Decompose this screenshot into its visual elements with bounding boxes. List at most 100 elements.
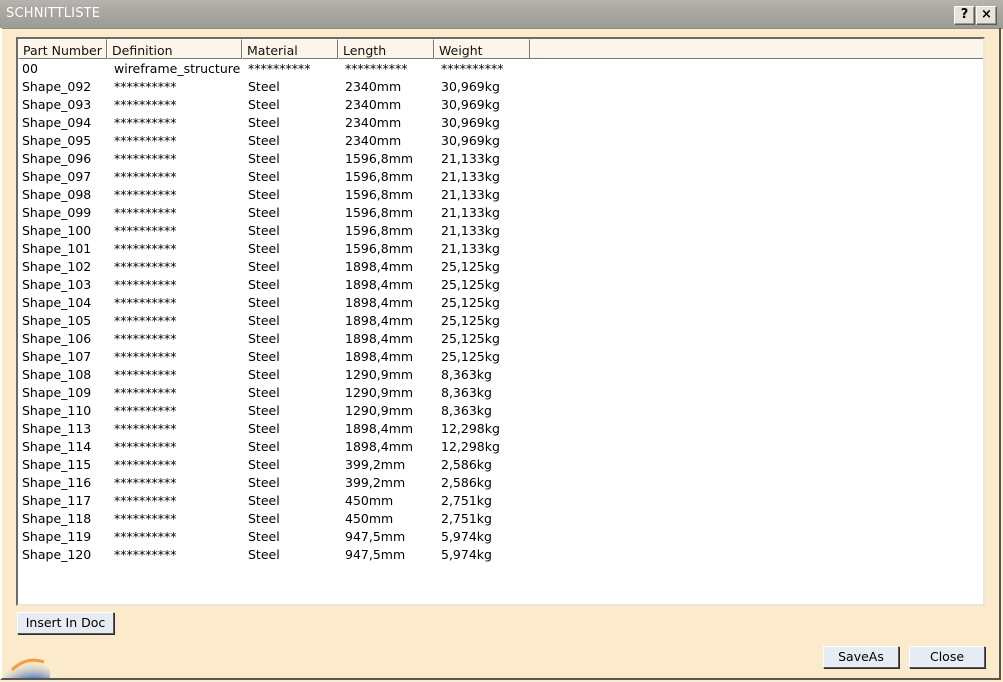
definition-cell: ********** — [114, 313, 177, 328]
weight-cell: 5,974kg — [441, 547, 492, 562]
material-cell: Steel — [248, 259, 280, 274]
column-header-definition[interactable]: Definition — [107, 39, 242, 59]
close-button[interactable]: Close — [909, 646, 985, 668]
part-number-cell: Shape_118 — [22, 511, 92, 526]
table-row[interactable]: Shape_120 ********** Steel 947,5mm 5,974kg — [18, 546, 983, 564]
column-header-part-number[interactable]: Part Number — [18, 39, 107, 59]
table-row[interactable]: Shape_099 ********** Steel 1596,8mm 21,133kg — [18, 204, 983, 222]
definition-cell: ********** — [114, 385, 177, 400]
length-cell: 1898,4mm — [345, 277, 414, 292]
table-row[interactable]: Shape_096 ********** Steel 1596,8mm 21,133kg — [18, 150, 983, 168]
table-row[interactable]: Shape_117 ********** Steel 450mm 2,751kg — [18, 492, 983, 510]
part-number-cell: Shape_105 — [22, 313, 92, 328]
definition-cell: ********** — [114, 403, 177, 418]
part-number-cell: Shape_110 — [22, 403, 92, 418]
definition-cell: wireframe_structure — [114, 61, 241, 76]
length-cell: 1290,9mm — [345, 385, 414, 400]
table-row[interactable]: Shape_115 ********** Steel 399,2mm 2,586kg — [18, 456, 983, 474]
save-as-button[interactable]: SaveAs — [823, 646, 899, 668]
definition-cell: ********** — [114, 349, 177, 364]
length-cell: 1290,9mm — [345, 403, 414, 418]
table-row[interactable]: Shape_097 ********** Steel 1596,8mm 21,133kg — [18, 168, 983, 186]
help-button[interactable]: ? — [954, 6, 975, 25]
length-cell: 1898,4mm — [345, 295, 414, 310]
weight-cell: 21,133kg — [441, 241, 500, 256]
table-row[interactable]: Shape_108 ********** Steel 1290,9mm 8,363kg — [18, 366, 983, 384]
material-cell: Steel — [248, 511, 280, 526]
material-cell: Steel — [248, 457, 280, 472]
table-row[interactable]: Shape_105 ********** Steel 1898,4mm 25,125kg — [18, 312, 983, 330]
length-cell: 399,2mm — [345, 475, 406, 490]
table-row[interactable]: Shape_109 ********** Steel 1290,9mm 8,363kg — [18, 384, 983, 402]
part-number-cell: Shape_109 — [22, 385, 92, 400]
definition-cell: ********** — [114, 205, 177, 220]
table-row[interactable]: Shape_095 ********** Steel 2340mm 30,969kg — [18, 132, 983, 150]
weight-cell: 25,125kg — [441, 313, 500, 328]
length-cell: 947,5mm — [345, 547, 406, 562]
weight-cell: 30,969kg — [441, 115, 500, 130]
column-header-weight[interactable]: Weight — [434, 39, 530, 59]
length-cell: 1290,9mm — [345, 367, 414, 382]
weight-cell: 21,133kg — [441, 169, 500, 184]
material-cell: Steel — [248, 385, 280, 400]
table-row[interactable]: Shape_094 ********** Steel 2340mm 30,969kg — [18, 114, 983, 132]
table-row[interactable]: Shape_098 ********** Steel 1596,8mm 21,133kg — [18, 186, 983, 204]
part-number-cell: Shape_101 — [22, 241, 92, 256]
close-window-button[interactable]: × — [976, 6, 997, 25]
table-row[interactable]: Shape_092 ********** Steel 2340mm 30,969kg — [18, 78, 983, 96]
part-number-cell: Shape_092 — [22, 79, 92, 94]
length-cell: 2340mm — [345, 97, 402, 112]
length-cell: 1596,8mm — [345, 169, 414, 184]
length-cell: 2340mm — [345, 79, 402, 94]
table-row[interactable]: Shape_110 ********** Steel 1290,9mm 8,363kg — [18, 402, 983, 420]
material-cell: Steel — [248, 241, 280, 256]
insert-in-doc-button[interactable]: Insert In Doc — [17, 612, 114, 634]
length-cell: 1596,8mm — [345, 241, 414, 256]
material-cell: Steel — [248, 475, 280, 490]
table-row[interactable]: Shape_113 ********** Steel 1898,4mm 12,298kg — [18, 420, 983, 438]
weight-cell: 8,363kg — [441, 385, 492, 400]
parts-list[interactable]: Part Number Definition Material Length W… — [16, 37, 985, 606]
table-row[interactable]: Shape_103 ********** Steel 1898,4mm 25,125kg — [18, 276, 983, 294]
table-row[interactable]: Shape_107 ********** Steel 1898,4mm 25,125kg — [18, 348, 983, 366]
table-row[interactable]: 00 wireframe_structure ********** *********… — [18, 60, 983, 78]
material-cell: Steel — [248, 223, 280, 238]
material-cell: Steel — [248, 169, 280, 184]
definition-cell: ********** — [114, 367, 177, 382]
table-row[interactable]: Shape_106 ********** Steel 1898,4mm 25,125kg — [18, 330, 983, 348]
column-header-length[interactable]: Length — [338, 39, 434, 59]
length-cell: 1898,4mm — [345, 349, 414, 364]
part-number-cell: Shape_093 — [22, 97, 92, 112]
length-cell: ********** — [345, 61, 408, 76]
definition-cell: ********** — [114, 475, 177, 490]
title-bar[interactable]: SCHNITTLISTE ? × — [0, 0, 1003, 29]
material-cell: Steel — [248, 493, 280, 508]
part-number-cell: Shape_104 — [22, 295, 92, 310]
material-cell: ********** — [248, 61, 311, 76]
weight-cell: 21,133kg — [441, 151, 500, 166]
part-number-cell: Shape_116 — [22, 475, 92, 490]
table-row[interactable]: Shape_101 ********** Steel 1596,8mm 21,133kg — [18, 240, 983, 258]
table-row[interactable]: Shape_118 ********** Steel 450mm 2,751kg — [18, 510, 983, 528]
table-row[interactable]: Shape_119 ********** Steel 947,5mm 5,974kg — [18, 528, 983, 546]
table-row[interactable]: Shape_093 ********** Steel 2340mm 30,969kg — [18, 96, 983, 114]
weight-cell: ********** — [441, 61, 504, 76]
weight-cell: 12,298kg — [441, 421, 500, 436]
part-number-cell: Shape_100 — [22, 223, 92, 238]
weight-cell: 21,133kg — [441, 223, 500, 238]
weight-cell: 21,133kg — [441, 187, 500, 202]
weight-cell: 25,125kg — [441, 277, 500, 292]
column-header-material[interactable]: Material — [242, 39, 338, 59]
table-row[interactable]: Shape_104 ********** Steel 1898,4mm 25,125kg — [18, 294, 983, 312]
table-row[interactable]: Shape_102 ********** Steel 1898,4mm 25,125kg — [18, 258, 983, 276]
material-cell: Steel — [248, 133, 280, 148]
table-row[interactable]: Shape_116 ********** Steel 399,2mm 2,586kg — [18, 474, 983, 492]
table-row[interactable]: Shape_100 ********** Steel 1596,8mm 21,133kg — [18, 222, 983, 240]
material-cell: Steel — [248, 97, 280, 112]
material-cell: Steel — [248, 187, 280, 202]
part-number-cell: Shape_114 — [22, 439, 92, 454]
definition-cell: ********** — [114, 331, 177, 346]
definition-cell: ********** — [114, 421, 177, 436]
definition-cell: ********** — [114, 115, 177, 130]
table-row[interactable]: Shape_114 ********** Steel 1898,4mm 12,298kg — [18, 438, 983, 456]
